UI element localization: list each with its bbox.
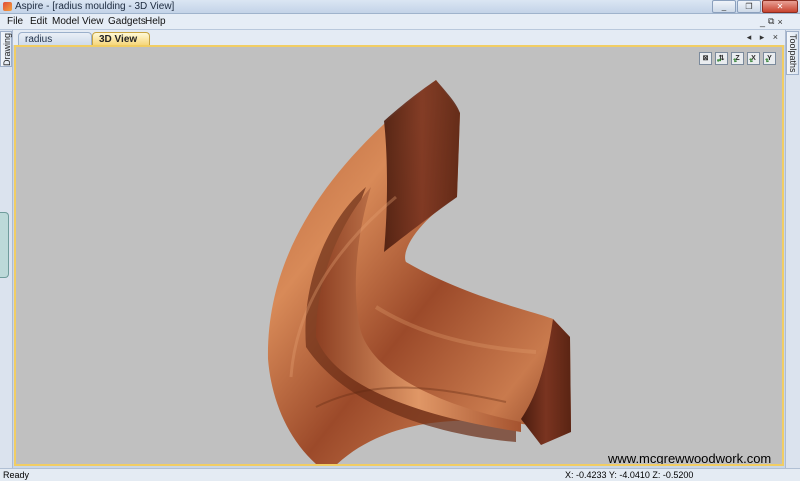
mdi-controls: _ ⧉ ×	[760, 15, 783, 28]
mdi-close-button[interactable]: ×	[777, 17, 782, 27]
document-tabs: radius moulding 3D View ◂ ▸ ×	[13, 30, 785, 58]
iso-view-icon[interactable]: ⇅ ⇄	[715, 52, 728, 65]
menu-bar: File Edit Model View Gadgets Help	[0, 14, 800, 30]
cursor-coordinates: X: -0.4233 Y: -4.0410 Z: -0.5200	[565, 470, 694, 480]
menu-help[interactable]: Help	[145, 14, 166, 29]
view-z-icon[interactable]: Z ⇅	[731, 52, 744, 65]
view-x-icon[interactable]: X ⇅	[747, 52, 760, 65]
title-bar: Aspire - [radius moulding - 3D View] _ ❐…	[0, 0, 800, 14]
fit-view-icon[interactable]: ⊠	[699, 52, 712, 65]
app-icon	[3, 2, 12, 11]
mdi-minimize-button[interactable]: _	[760, 17, 765, 27]
status-text: Ready	[3, 470, 30, 480]
view-z-sub: ⇅	[733, 58, 738, 64]
view-y-icon[interactable]: Y ⇅	[763, 52, 776, 65]
menu-view[interactable]: View	[82, 14, 104, 29]
tab-navigation[interactable]: ◂ ▸ ×	[747, 32, 781, 43]
right-panel-strip	[785, 30, 800, 468]
drawing-tab-label: Drawing	[2, 32, 12, 66]
view-toolbar: ⊠ ⇅ ⇄ Z ⇅ X ⇅ Y ⇅	[699, 52, 776, 65]
restore-button[interactable]: ❐	[737, 0, 761, 13]
toolpaths-tab-label: Toolpaths	[788, 34, 798, 73]
window-controls: _ ❐ ✕	[712, 0, 798, 13]
tab-radius-moulding[interactable]: radius moulding	[18, 32, 92, 58]
toolpaths-tab[interactable]: Toolpaths	[786, 31, 799, 75]
drawing-tab[interactable]: Drawing	[0, 31, 12, 67]
menu-gadgets[interactable]: Gadgets	[108, 14, 146, 29]
view-x-sub: ⇅	[749, 58, 754, 64]
iso-view-sub: ⇄	[717, 58, 722, 64]
window-title: Aspire - [radius moulding - 3D View]	[15, 1, 175, 12]
status-bar: Ready X: -0.4233 Y: -4.0410 Z: -0.5200	[0, 468, 800, 481]
moulding-model	[267, 80, 571, 464]
menu-file[interactable]: File	[7, 14, 23, 29]
menu-edit[interactable]: Edit	[30, 14, 47, 29]
tab-3d-view[interactable]: 3D View	[92, 32, 150, 45]
panel-pin-handle[interactable]	[0, 212, 9, 278]
close-button[interactable]: ✕	[762, 0, 798, 13]
view-y-sub: ⇅	[765, 58, 770, 64]
watermark: www.mcgrewwoodwork.com	[608, 451, 772, 466]
3d-viewport[interactable]: ⊠ ⇅ ⇄ Z ⇅ X ⇅ Y ⇅ www.mcgrewwoodwork.com	[14, 45, 784, 466]
fit-view-glyph: ⊠	[702, 55, 709, 62]
mdi-restore-button[interactable]: ⧉	[768, 16, 774, 27]
menu-model[interactable]: Model	[52, 14, 79, 29]
minimize-button[interactable]: _	[712, 0, 736, 13]
